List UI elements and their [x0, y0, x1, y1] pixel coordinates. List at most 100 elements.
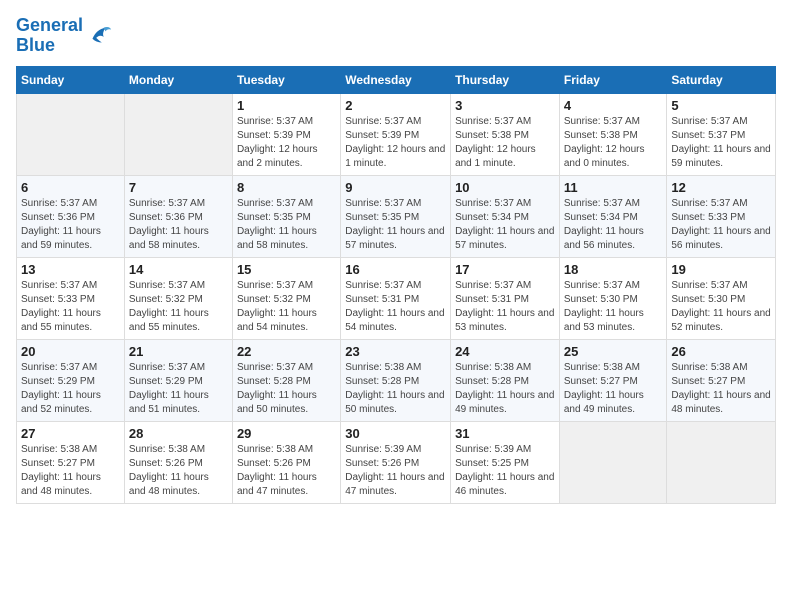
day-info: Sunrise: 5:38 AM Sunset: 5:28 PM Dayligh… — [455, 361, 555, 417]
calendar-cell: 16 Sunrise: 5:37 AM Sunset: 5:31 PM Dayli… — [341, 257, 451, 339]
calendar-week-row: 1Sunrise: 5:37 AM Sunset: 5:39 PM Daylig… — [17, 93, 776, 175]
calendar-cell: 24 Sunrise: 5:38 AM Sunset: 5:28 PM Dayli… — [451, 339, 560, 421]
day-number: 14 — [129, 262, 228, 277]
calendar-week-row: 20 Sunrise: 5:37 AM Sunset: 5:29 PM Dayli… — [17, 339, 776, 421]
day-info: Sunrise: 5:37 AM Sunset: 5:36 PM Dayligh… — [129, 197, 228, 253]
calendar-cell: 1Sunrise: 5:37 AM Sunset: 5:39 PM Daylig… — [232, 93, 340, 175]
calendar-cell: 25 Sunrise: 5:38 AM Sunset: 5:27 PM Dayli… — [559, 339, 667, 421]
day-number: 20 — [21, 344, 120, 359]
day-info: Sunrise: 5:39 AM Sunset: 5:25 PM Dayligh… — [455, 443, 555, 499]
calendar-cell: 28 Sunrise: 5:38 AM Sunset: 5:26 PM Dayli… — [124, 421, 232, 503]
column-header-monday: Monday — [124, 66, 232, 93]
day-info: Sunrise: 5:37 AM Sunset: 5:35 PM Dayligh… — [345, 197, 446, 253]
column-header-saturday: Saturday — [667, 66, 776, 93]
calendar-cell: 10 Sunrise: 5:37 AM Sunset: 5:34 PM Dayli… — [451, 175, 560, 257]
calendar-cell: 29 Sunrise: 5:38 AM Sunset: 5:26 PM Dayli… — [232, 421, 340, 503]
day-info: Sunrise: 5:37 AM Sunset: 5:32 PM Dayligh… — [237, 279, 336, 335]
day-info: Sunrise: 5:37 AM Sunset: 5:33 PM Dayligh… — [671, 197, 771, 253]
column-header-friday: Friday — [559, 66, 667, 93]
calendar-cell: 18Sunrise: 5:37 AM Sunset: 5:30 PM Dayli… — [559, 257, 667, 339]
day-info: Sunrise: 5:37 AM Sunset: 5:29 PM Dayligh… — [21, 361, 120, 417]
calendar-cell: 2 Sunrise: 5:37 AM Sunset: 5:39 PM Daylig… — [341, 93, 451, 175]
day-info: Sunrise: 5:38 AM Sunset: 5:26 PM Dayligh… — [237, 443, 336, 499]
day-info: Sunrise: 5:37 AM Sunset: 5:31 PM Dayligh… — [455, 279, 555, 335]
day-number: 25 — [564, 344, 663, 359]
column-header-wednesday: Wednesday — [341, 66, 451, 93]
calendar-cell: 14Sunrise: 5:37 AM Sunset: 5:32 PM Dayli… — [124, 257, 232, 339]
day-number: 11 — [564, 180, 663, 195]
calendar-cell — [559, 421, 667, 503]
calendar-week-row: 13 Sunrise: 5:37 AM Sunset: 5:33 PM Dayli… — [17, 257, 776, 339]
day-info: Sunrise: 5:38 AM Sunset: 5:26 PM Dayligh… — [129, 443, 228, 499]
calendar-table: SundayMondayTuesdayWednesdayThursdayFrid… — [16, 66, 776, 504]
calendar-cell: 17 Sunrise: 5:37 AM Sunset: 5:31 PM Dayli… — [451, 257, 560, 339]
calendar-cell: 15 Sunrise: 5:37 AM Sunset: 5:32 PM Dayli… — [232, 257, 340, 339]
day-info: Sunrise: 5:37 AM Sunset: 5:30 PM Dayligh… — [671, 279, 771, 335]
day-info: Sunrise: 5:37 AM Sunset: 5:39 PM Dayligh… — [345, 115, 446, 171]
logo: General Blue — [16, 16, 113, 56]
calendar-header-row: SundayMondayTuesdayWednesdayThursdayFrid… — [17, 66, 776, 93]
column-header-thursday: Thursday — [451, 66, 560, 93]
day-info: Sunrise: 5:37 AM Sunset: 5:31 PM Dayligh… — [345, 279, 446, 335]
day-number: 2 — [345, 98, 446, 113]
calendar-cell: 27Sunrise: 5:38 AM Sunset: 5:27 PM Dayli… — [17, 421, 125, 503]
calendar-cell — [667, 421, 776, 503]
day-info: Sunrise: 5:38 AM Sunset: 5:27 PM Dayligh… — [564, 361, 663, 417]
day-number: 9 — [345, 180, 446, 195]
day-number: 27 — [21, 426, 120, 441]
column-header-sunday: Sunday — [17, 66, 125, 93]
calendar-cell: 12 Sunrise: 5:37 AM Sunset: 5:33 PM Dayli… — [667, 175, 776, 257]
day-number: 17 — [455, 262, 555, 277]
day-info: Sunrise: 5:38 AM Sunset: 5:27 PM Dayligh… — [671, 361, 771, 417]
calendar-cell: 26Sunrise: 5:38 AM Sunset: 5:27 PM Dayli… — [667, 339, 776, 421]
calendar-cell: 4Sunrise: 5:37 AM Sunset: 5:38 PM Daylig… — [559, 93, 667, 175]
day-number: 31 — [455, 426, 555, 441]
calendar-cell: 7Sunrise: 5:37 AM Sunset: 5:36 PM Daylig… — [124, 175, 232, 257]
calendar-cell: 23 Sunrise: 5:38 AM Sunset: 5:28 PM Dayli… — [341, 339, 451, 421]
day-info: Sunrise: 5:37 AM Sunset: 5:39 PM Dayligh… — [237, 115, 336, 171]
day-info: Sunrise: 5:38 AM Sunset: 5:28 PM Dayligh… — [345, 361, 446, 417]
day-number: 5 — [671, 98, 771, 113]
day-number: 18 — [564, 262, 663, 277]
day-number: 29 — [237, 426, 336, 441]
day-info: Sunrise: 5:37 AM Sunset: 5:34 PM Dayligh… — [564, 197, 663, 253]
calendar-cell: 9 Sunrise: 5:37 AM Sunset: 5:35 PM Daylig… — [341, 175, 451, 257]
day-number: 13 — [21, 262, 120, 277]
day-info: Sunrise: 5:37 AM Sunset: 5:29 PM Dayligh… — [129, 361, 228, 417]
calendar-cell: 8 Sunrise: 5:37 AM Sunset: 5:35 PM Daylig… — [232, 175, 340, 257]
calendar-cell: 30Sunrise: 5:39 AM Sunset: 5:26 PM Dayli… — [341, 421, 451, 503]
column-header-tuesday: Tuesday — [232, 66, 340, 93]
day-number: 28 — [129, 426, 228, 441]
day-info: Sunrise: 5:37 AM Sunset: 5:38 PM Dayligh… — [455, 115, 555, 171]
day-number: 23 — [345, 344, 446, 359]
day-info: Sunrise: 5:37 AM Sunset: 5:37 PM Dayligh… — [671, 115, 771, 171]
day-number: 22 — [237, 344, 336, 359]
calendar-cell — [17, 93, 125, 175]
calendar-cell: 19 Sunrise: 5:37 AM Sunset: 5:30 PM Dayli… — [667, 257, 776, 339]
calendar-cell: 22Sunrise: 5:37 AM Sunset: 5:28 PM Dayli… — [232, 339, 340, 421]
day-number: 19 — [671, 262, 771, 277]
day-info: Sunrise: 5:37 AM Sunset: 5:33 PM Dayligh… — [21, 279, 120, 335]
calendar-cell: 31 Sunrise: 5:39 AM Sunset: 5:25 PM Dayli… — [451, 421, 560, 503]
day-number: 15 — [237, 262, 336, 277]
day-info: Sunrise: 5:37 AM Sunset: 5:34 PM Dayligh… — [455, 197, 555, 253]
calendar-cell: 11 Sunrise: 5:37 AM Sunset: 5:34 PM Dayli… — [559, 175, 667, 257]
day-info: Sunrise: 5:37 AM Sunset: 5:36 PM Dayligh… — [21, 197, 120, 253]
calendar-cell: 21Sunrise: 5:37 AM Sunset: 5:29 PM Dayli… — [124, 339, 232, 421]
calendar-cell: 20 Sunrise: 5:37 AM Sunset: 5:29 PM Dayli… — [17, 339, 125, 421]
day-number: 10 — [455, 180, 555, 195]
day-number: 16 — [345, 262, 446, 277]
calendar-week-row: 27Sunrise: 5:38 AM Sunset: 5:27 PM Dayli… — [17, 421, 776, 503]
calendar-cell: 13 Sunrise: 5:37 AM Sunset: 5:33 PM Dayli… — [17, 257, 125, 339]
day-number: 4 — [564, 98, 663, 113]
day-info: Sunrise: 5:37 AM Sunset: 5:35 PM Dayligh… — [237, 197, 336, 253]
calendar-week-row: 6Sunrise: 5:37 AM Sunset: 5:36 PM Daylig… — [17, 175, 776, 257]
day-number: 24 — [455, 344, 555, 359]
day-number: 12 — [671, 180, 771, 195]
day-number: 3 — [455, 98, 555, 113]
calendar-cell: 5 Sunrise: 5:37 AM Sunset: 5:37 PM Daylig… — [667, 93, 776, 175]
day-number: 8 — [237, 180, 336, 195]
logo-text: General Blue — [16, 16, 83, 56]
calendar-cell — [124, 93, 232, 175]
calendar-cell: 6Sunrise: 5:37 AM Sunset: 5:36 PM Daylig… — [17, 175, 125, 257]
